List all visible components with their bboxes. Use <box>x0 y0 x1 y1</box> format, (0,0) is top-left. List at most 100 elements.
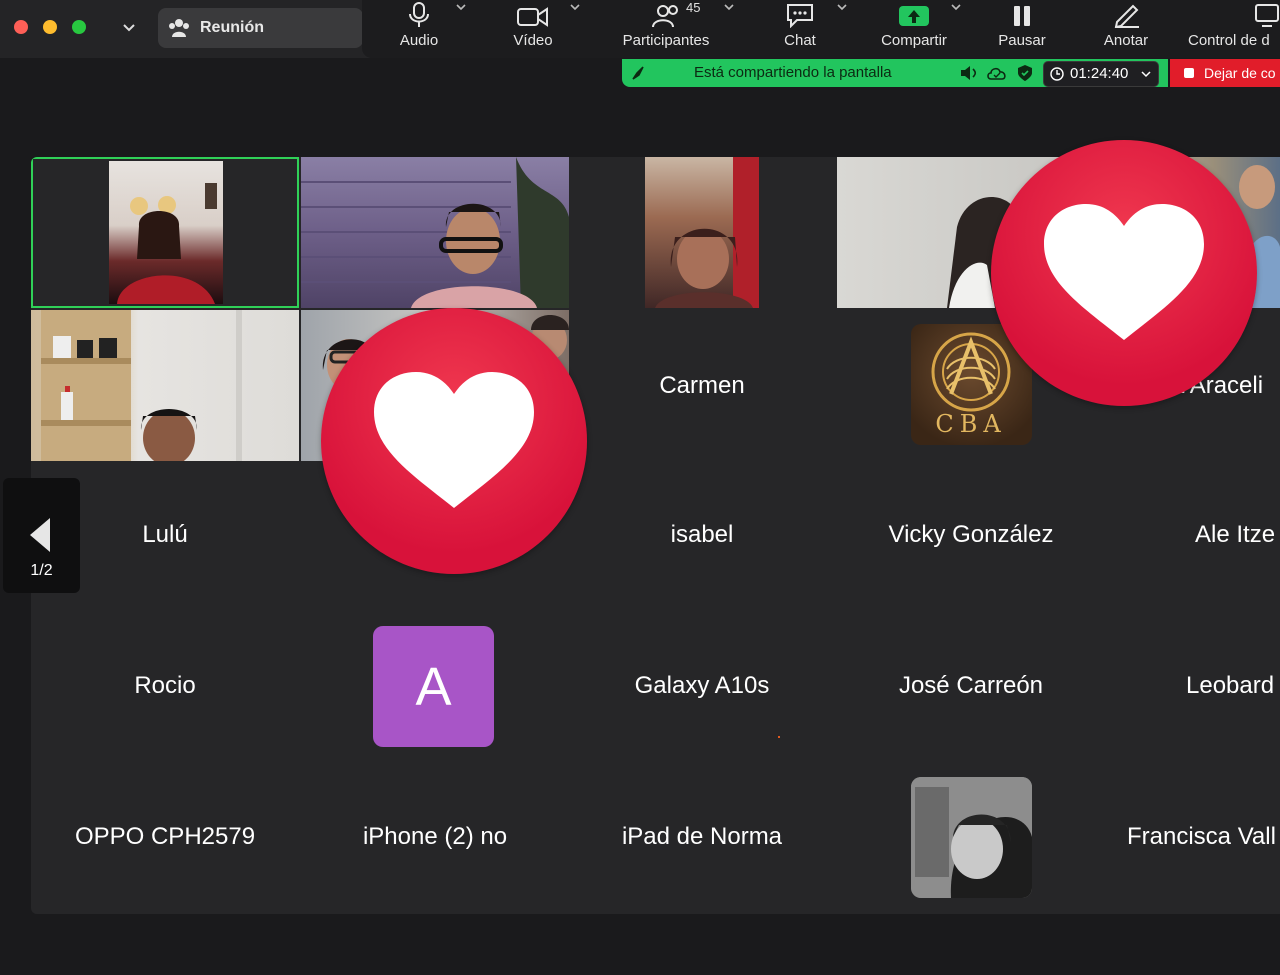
heart-icon <box>374 372 534 508</box>
share-screen-button[interactable]: Compartir <box>870 0 958 58</box>
participant-tile-ipad[interactable]: iPad de Norma <box>568 761 836 912</box>
participant-tile-leobardo[interactable]: Leobard <box>1105 610 1280 761</box>
participant-name: Vicky González <box>888 520 1054 548</box>
svg-text:CBA: CBA <box>935 410 1006 438</box>
person-silhouette <box>655 157 759 308</box>
participant-tile-video-2[interactable] <box>301 157 569 308</box>
profile-photo-avatar <box>911 777 1032 898</box>
speaking-dot <box>778 736 780 738</box>
participants-icon <box>652 5 678 28</box>
share-options-chevron-icon[interactable] <box>950 2 962 12</box>
participant-tile-carmen-video[interactable] <box>568 157 836 308</box>
participant-tile-lulu-video[interactable] <box>31 310 299 461</box>
participant-video <box>301 157 569 308</box>
participant-video <box>109 161 223 304</box>
meeting-toolbar: Audio Vídeo Participantes 45 Chat Compar… <box>362 0 1280 58</box>
meeting-timer[interactable]: 01:24:40 <box>1043 61 1159 87</box>
chevron-left-icon <box>30 518 50 552</box>
participant-tile-vicky[interactable]: Vicky González <box>837 459 1105 610</box>
stop-share-label: Dejar de co <box>1204 65 1276 81</box>
participant-tile-francisca[interactable]: Francisca Vall <box>1105 761 1280 912</box>
participant-name: Galaxy A10s <box>634 671 770 699</box>
chat-button[interactable]: Chat <box>775 0 825 58</box>
close-window-button[interactable] <box>14 20 28 34</box>
participant-tile-photo[interactable] <box>837 761 1105 912</box>
pencil-icon <box>1114 4 1139 28</box>
chat-label: Chat <box>784 32 816 49</box>
participant-tile-isabel[interactable]: isabel <box>568 459 836 610</box>
share-status-text: Está compartiendo la pantalla <box>694 64 892 81</box>
remote-control-icon <box>1255 4 1279 27</box>
participant-name: iPad de Norma <box>621 822 783 850</box>
clock-icon <box>1050 67 1064 81</box>
share-arrow-icon <box>899 6 929 26</box>
video-camera-icon <box>517 7 548 27</box>
participant-tile-active-speaker[interactable] <box>31 157 299 308</box>
chevron-down-icon <box>1141 71 1151 78</box>
participant-name: Francisca Vall <box>1127 822 1276 850</box>
meeting-info-button[interactable]: Reunión <box>158 8 363 48</box>
shield-share-icon <box>632 66 644 80</box>
heart-reaction <box>321 308 587 574</box>
heart-icon <box>1044 204 1204 340</box>
person-silhouette <box>41 310 242 461</box>
participant-tile-carmen[interactable]: Carmen <box>568 310 836 461</box>
participant-name: isabel <box>670 520 734 548</box>
avatar-initial: A <box>415 656 452 717</box>
pause-label: Pausar <box>998 32 1046 49</box>
audio-button[interactable]: Audio <box>394 0 444 58</box>
annotate-label: Anotar <box>1103 32 1149 49</box>
participant-name: OPPO CPH2579 <box>74 822 256 850</box>
audio-label: Audio <box>399 32 439 49</box>
stop-share-button[interactable]: Dejar de co <box>1170 59 1280 87</box>
cloud-icon[interactable] <box>986 65 1008 81</box>
participant-tile-oppo[interactable]: OPPO CPH2579 <box>31 761 299 912</box>
chevron-down-icon[interactable] <box>120 18 138 36</box>
stop-icon <box>1184 68 1194 78</box>
meeting-title: Reunión <box>200 19 264 36</box>
participant-name: José Carreón <box>898 671 1044 699</box>
annotate-button[interactable]: Anotar <box>1096 0 1156 58</box>
participant-name: iPhone (2) no <box>362 822 508 850</box>
participants-group-icon <box>169 19 189 37</box>
chat-options-chevron-icon[interactable] <box>836 2 848 12</box>
minimize-window-button[interactable] <box>43 20 57 34</box>
previous-page-button[interactable]: 1/2 <box>3 478 80 593</box>
pause-icon <box>1014 6 1030 26</box>
participant-tile-ale[interactable]: Ale Itze <box>1105 459 1280 610</box>
chat-bubble-icon <box>787 4 813 28</box>
participants-count-badge: 45 <box>686 0 701 15</box>
audio-options-chevron-icon[interactable] <box>455 2 467 12</box>
initial-avatar: A <box>373 626 494 747</box>
participant-name: Ale Itze <box>1195 520 1276 548</box>
participant-name: Leobard <box>1186 671 1275 699</box>
video-options-chevron-icon[interactable] <box>569 2 581 12</box>
person-photo <box>911 777 1032 898</box>
participant-tile-a[interactable]: A <box>301 610 569 761</box>
participant-tile-galaxy[interactable]: Galaxy A10s <box>568 610 836 761</box>
participant-video <box>31 310 299 461</box>
participant-tile-iphone[interactable]: iPhone (2) no <box>301 761 569 912</box>
video-button[interactable]: Vídeo <box>508 0 558 58</box>
security-shield-icon[interactable] <box>1018 65 1032 81</box>
video-label: Vídeo <box>513 32 553 49</box>
share-label: Compartir <box>881 32 947 49</box>
speaker-icon[interactable] <box>960 66 978 80</box>
remote-control-button[interactable]: Control de d <box>1188 0 1280 58</box>
participant-tile-rocio[interactable]: Rocio <box>31 610 299 761</box>
page-indicator: 1/2 <box>30 562 53 579</box>
participant-name: Carmen <box>659 371 745 399</box>
participant-name: Rocio <box>134 671 196 699</box>
participant-video <box>645 157 759 308</box>
person-silhouette <box>301 157 569 308</box>
participant-tile-jose[interactable]: José Carreón <box>837 610 1105 761</box>
microphone-icon <box>409 2 429 27</box>
heart-reaction <box>991 140 1257 406</box>
participants-button[interactable]: Participantes <box>616 0 716 58</box>
remote-control-label: Control de d <box>1188 32 1270 49</box>
zoom-window-button[interactable] <box>72 20 86 34</box>
person-silhouette <box>117 183 217 304</box>
pause-share-button[interactable]: Pausar <box>992 0 1052 58</box>
participants-options-chevron-icon[interactable] <box>723 2 735 12</box>
participants-label: Participantes <box>622 32 710 49</box>
